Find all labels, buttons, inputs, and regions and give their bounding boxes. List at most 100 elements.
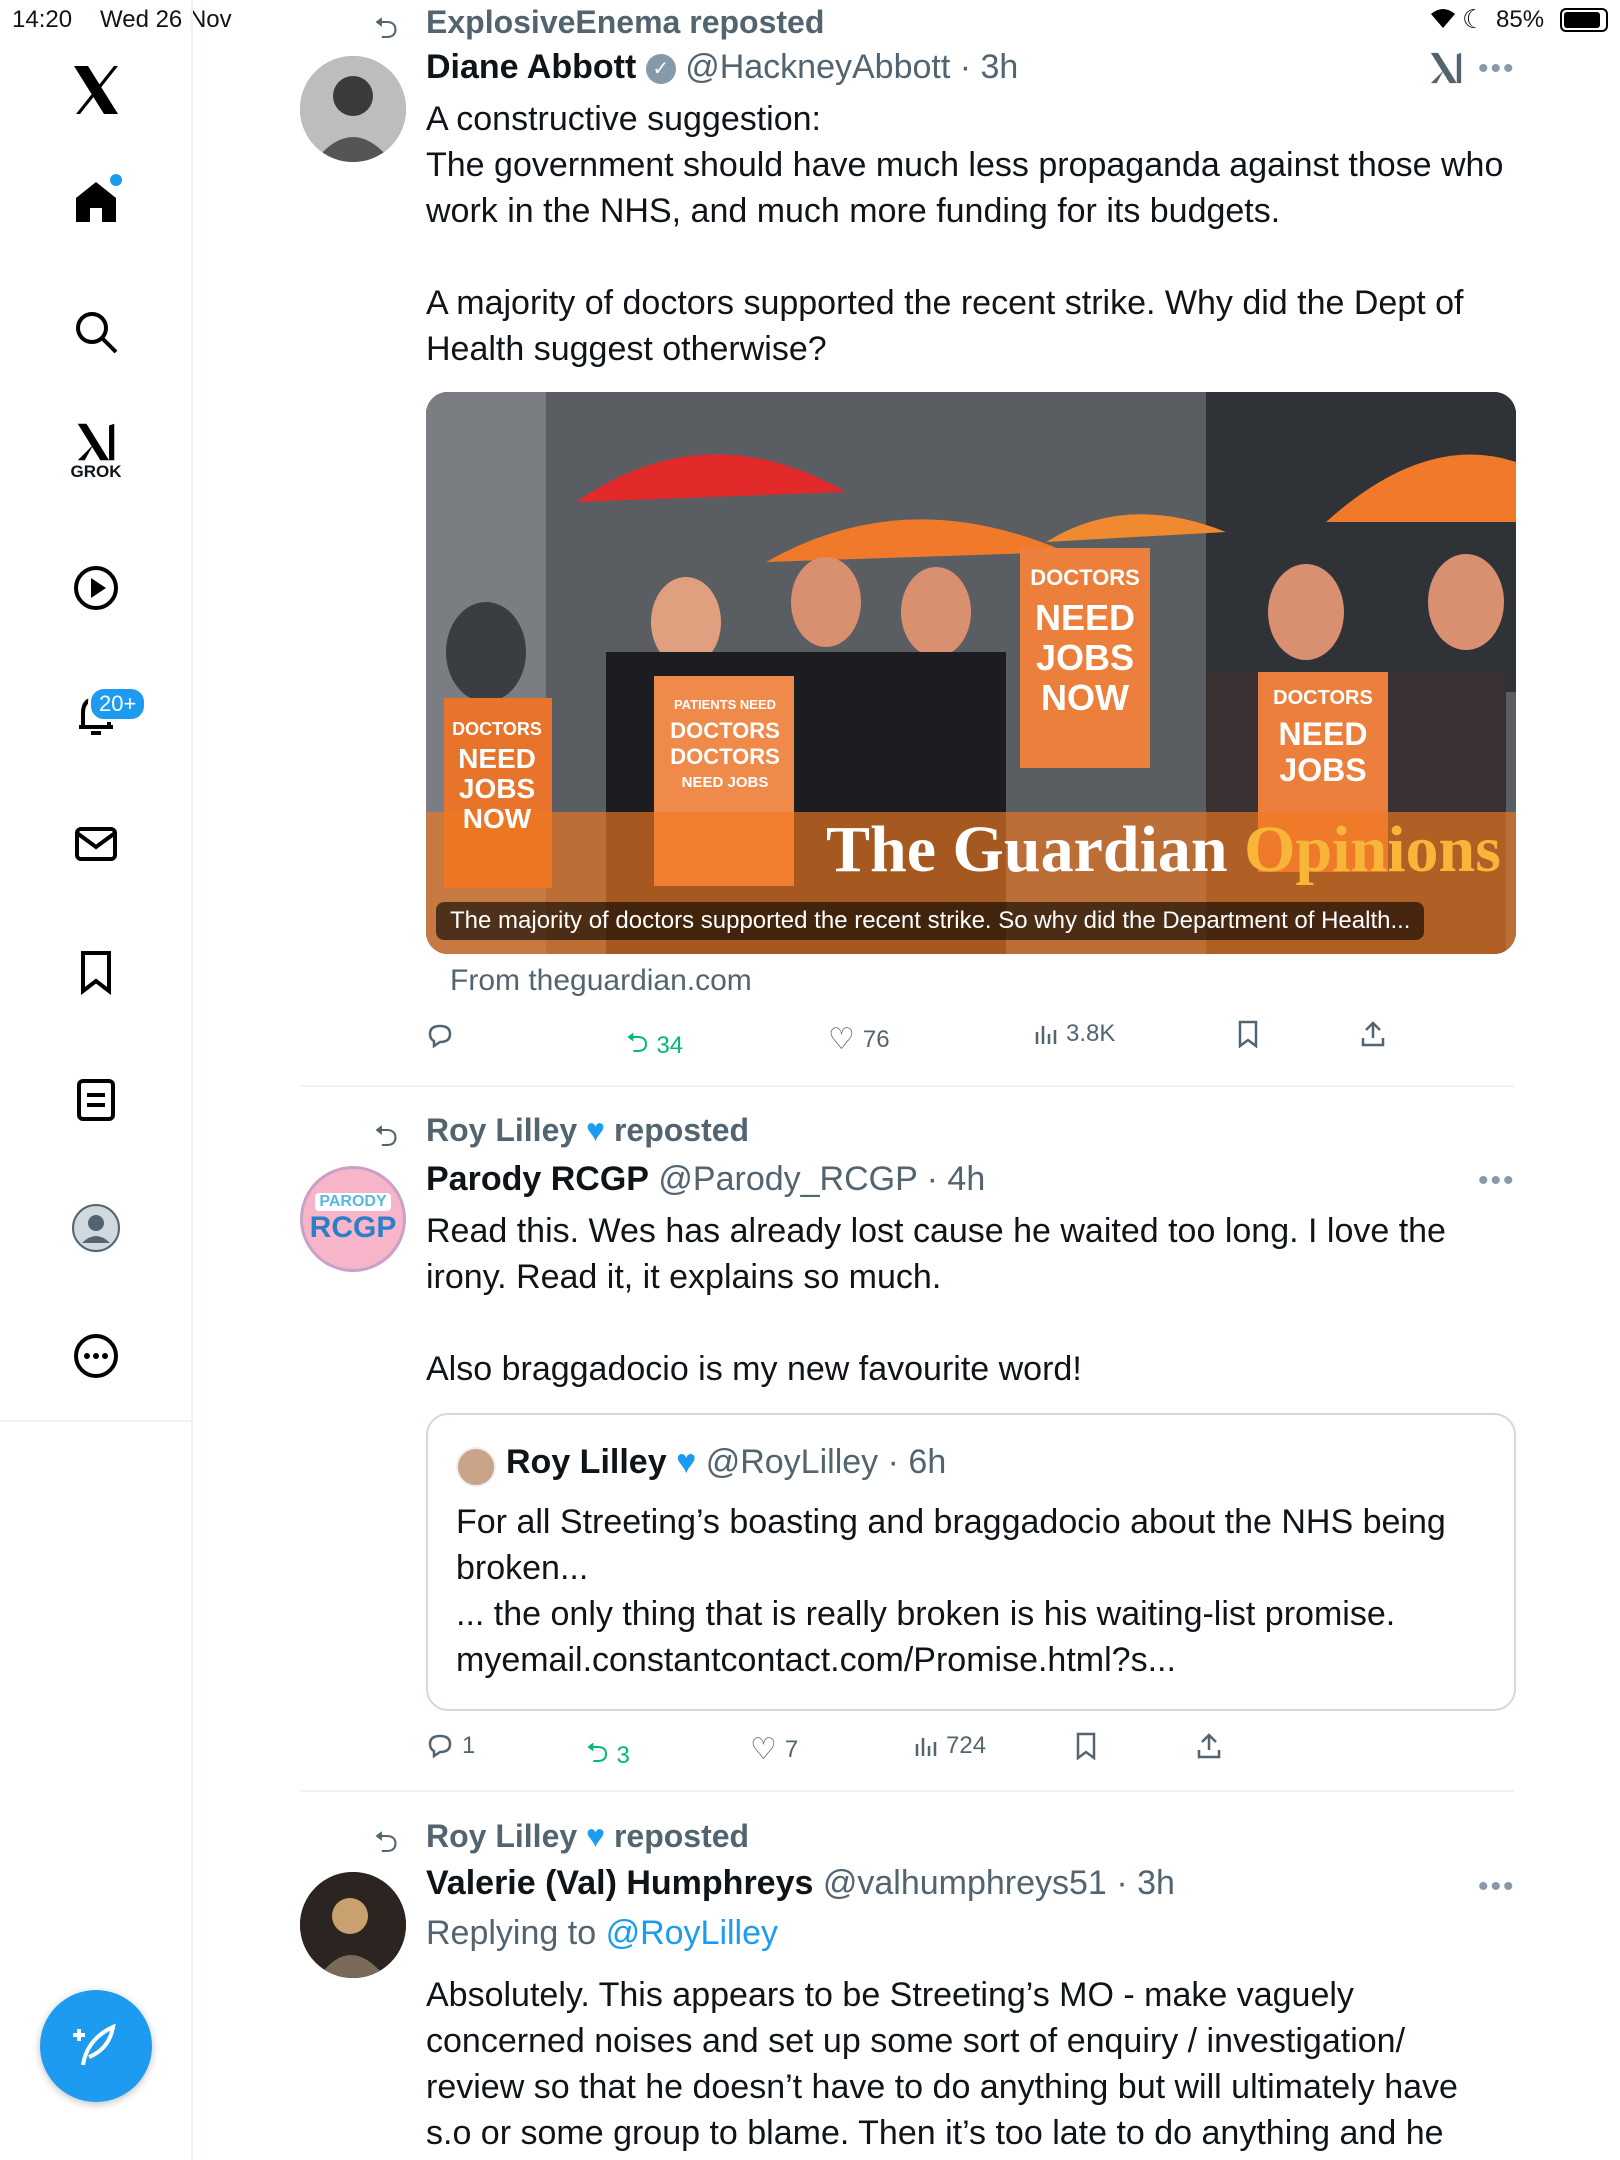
heart-icon: ♡ <box>750 1733 777 1766</box>
bookmarks-icon[interactable] <box>66 942 126 1002</box>
blue-heart-icon: ♥ <box>676 1443 697 1481</box>
grok-label: GROK <box>70 462 122 481</box>
like-count: 7 <box>784 1735 799 1763</box>
repost-count: 34 <box>656 1032 684 1059</box>
post-text: Absolutely. This appears to be Streeting… <box>426 1976 1458 2152</box>
x-logo-icon[interactable] <box>66 60 126 120</box>
avatar[interactable]: PARODY RCGP <box>300 1166 406 1272</box>
grok-icon <box>77 423 115 461</box>
more-options-icon[interactable]: ••• <box>1478 1164 1516 1198</box>
author-handle[interactable]: @valhumphreys51 <box>823 1864 1107 1902</box>
reply-icon <box>428 1024 452 1049</box>
quoted-text: For all Streeting’s boasting and braggad… <box>456 1503 1446 1679</box>
quoted-avatar <box>456 1447 496 1487</box>
repost-icon: ⮌ <box>586 1737 609 1768</box>
search-icon[interactable] <box>66 302 126 362</box>
share-icon <box>1197 1733 1221 1759</box>
repost-label[interactable]: Roy Lilley ♥ reposted <box>426 1112 749 1149</box>
card-source[interactable]: From theguardian.com <box>450 964 752 998</box>
image-sign-left: DOCTORS NEED JOBS NOW <box>452 719 542 834</box>
post-text: A constructive suggestion: The governmen… <box>426 100 1504 368</box>
views-chart-icon <box>1035 1026 1057 1044</box>
reply-count: 1 <box>462 1732 476 1759</box>
moon-icon: ☾ <box>1462 4 1486 34</box>
bookmark-icon <box>1076 1732 1096 1760</box>
repost-icon: ⮌ <box>374 12 399 45</box>
home-dot <box>110 174 122 186</box>
image-sign-center: PATIENTS NEED DOCTORS DOCTORS NEED JOBS <box>670 697 780 791</box>
post-divider <box>300 1085 1514 1087</box>
quoted-author-name: Roy Lilley <box>506 1443 667 1481</box>
post-time[interactable]: 3h <box>981 48 1019 86</box>
compose-post-button[interactable] <box>40 1990 152 2102</box>
repost-label[interactable]: ExplosiveEnema reposted <box>426 4 824 41</box>
post-time[interactable]: 4h <box>947 1160 985 1198</box>
card-caption: The majority of doctors supported the re… <box>436 902 1425 940</box>
like-button[interactable]: ♡ 76 <box>828 1022 890 1057</box>
repost-label[interactable]: Roy Lilley ♥ reposted <box>426 1818 749 1855</box>
post-divider <box>300 1790 1514 1792</box>
compose-feather-icon <box>73 2023 116 2066</box>
views-button[interactable]: 3.8K <box>1034 1020 1115 1048</box>
like-button[interactable]: ♡ 7 <box>750 1732 798 1767</box>
author-name[interactable]: Valerie (Val) Humphreys <box>426 1864 813 1902</box>
reply-button[interactable] <box>426 1022 462 1050</box>
repost-button[interactable]: ⮌ 34 <box>626 1022 683 1070</box>
bookmark-button[interactable] <box>1236 1020 1260 1048</box>
battery-icon <box>1560 8 1608 32</box>
repost-icon: ⮌ <box>626 1027 649 1058</box>
share-button[interactable] <box>1196 1732 1222 1760</box>
quoted-header: Roy Lilley ♥ @RoyLilley · 6h <box>506 1443 947 1481</box>
bookmark-icon <box>1238 1020 1258 1048</box>
views-count: 3.8K <box>1066 1020 1116 1047</box>
guardian-brand: The Guardian Opinions <box>826 813 1501 886</box>
views-count: 724 <box>946 1732 987 1759</box>
notifications-bell-icon[interactable]: 20+ <box>66 686 148 746</box>
author-handle[interactable]: @HackneyAbbott <box>685 48 950 86</box>
replying-to-label: Replying to <box>426 1914 597 1952</box>
views-button[interactable]: 724 <box>914 1732 986 1760</box>
repost-button[interactable]: ⮌ 3 <box>586 1732 630 1780</box>
blue-heart-icon: ♥ <box>586 1112 606 1148</box>
video-play-icon[interactable] <box>66 558 126 618</box>
image-sign-far-right: DOCTORS NEED JOBS <box>1273 687 1373 788</box>
quoted-post[interactable]: Roy Lilley ♥ @RoyLilley · 6h For all Str… <box>426 1413 1516 1711</box>
wifi-icon <box>1428 4 1458 37</box>
post-time[interactable]: 3h <box>1137 1864 1175 1902</box>
more-options-icon[interactable]: ••• <box>1478 52 1516 86</box>
author-name[interactable]: Parody RCGP <box>426 1160 649 1198</box>
home-icon[interactable] <box>66 172 126 232</box>
link-card-image[interactable]: DOCTORS NEED JOBS NOW PATIENTS NEED DOCT… <box>426 392 1516 954</box>
lists-icon[interactable] <box>66 1070 126 1130</box>
author-name[interactable]: Diane Abbott <box>426 48 636 86</box>
share-icon <box>1361 1021 1385 1047</box>
more-options-icon[interactable] <box>66 1326 126 1386</box>
notification-badge: 20+ <box>88 686 148 722</box>
image-sign-right: DOCTORS NEED JOBS NOW <box>1030 565 1140 718</box>
reply-button[interactable]: 1 <box>426 1732 475 1760</box>
repost-icon: ⮌ <box>374 1120 399 1153</box>
blue-heart-icon: ♥ <box>586 1818 606 1854</box>
sidebar: GROK 20+ <box>0 0 193 2160</box>
heart-icon: ♡ <box>828 1023 855 1056</box>
grok-button[interactable]: GROK <box>66 422 126 482</box>
more-options-icon[interactable]: ••• <box>1478 1870 1516 1904</box>
views-chart-icon <box>915 1738 937 1756</box>
share-button[interactable] <box>1360 1020 1386 1048</box>
messages-mail-icon[interactable] <box>66 814 126 874</box>
grok-icon[interactable] <box>1428 50 1464 91</box>
like-count: 76 <box>862 1025 890 1053</box>
quoted-time: 6h <box>908 1443 947 1481</box>
post-header: Valerie (Val) Humphreys @valhumphreys51 … <box>426 1864 1175 1902</box>
avatar[interactable] <box>300 1872 406 1978</box>
author-handle[interactable]: @Parody_RCGP <box>658 1160 917 1198</box>
reply-to-handle[interactable]: @RoyLilley <box>606 1914 778 1952</box>
repost-icon: ⮌ <box>374 1826 399 1859</box>
bookmark-button[interactable] <box>1074 1732 1098 1760</box>
repost-count: 3 <box>616 1742 630 1769</box>
avatar[interactable] <box>300 56 406 162</box>
sidebar-divider <box>0 1420 193 1422</box>
quoted-handle: @RoyLilley <box>705 1443 879 1481</box>
verified-badge-icon: ✓ <box>645 54 676 85</box>
profile-icon[interactable] <box>66 1198 126 1258</box>
